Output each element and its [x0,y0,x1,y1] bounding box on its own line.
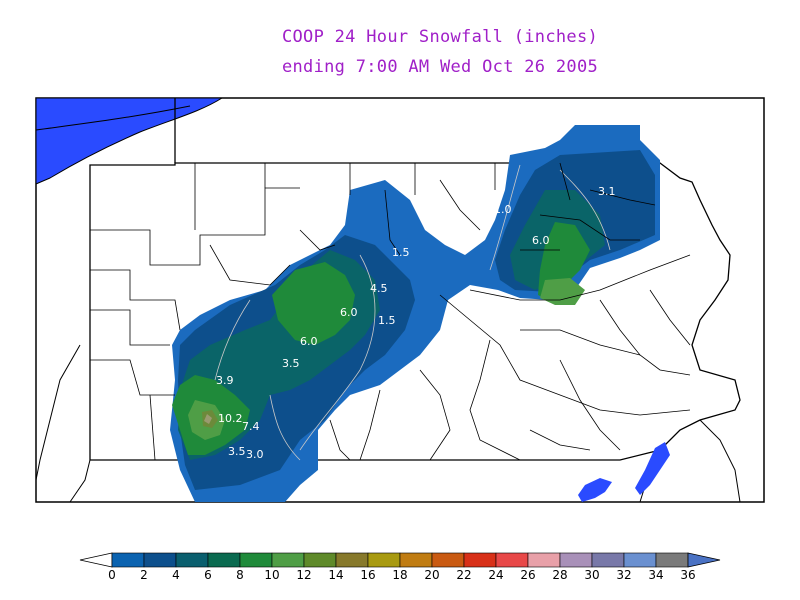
colorbar-tick-label: 14 [328,568,344,582]
contour-label: 4.5 [370,282,388,295]
colorbar-tick-label: 18 [392,568,408,582]
colorbar-tick-label: 26 [520,568,536,582]
contour-label: 7.4 [242,420,260,433]
colorbar-tick-label: 0 [108,568,116,582]
colorbar-cell [623,552,657,568]
colorbar-tick-label: 10 [264,568,280,582]
colorbar-cell [207,552,241,568]
colorbar-tick-label: 24 [488,568,504,582]
colorbar-tick-label: 28 [552,568,568,582]
colorbar-tick-label: 34 [648,568,664,582]
colorbar-cell [303,552,337,568]
contour-label: 3.9 [216,374,234,387]
colorbar-cell [335,552,369,568]
contour-label: 6.0 [532,234,550,247]
colorbar-tick-label: 2 [140,568,148,582]
colorbar-cell [271,552,305,568]
contour-label: 1.5 [378,314,396,327]
colorbar-tick-label: 4 [172,568,180,582]
colorbar-tick-label: 22 [456,568,472,582]
contour-label: 3.5 [282,357,300,370]
colorbar [79,552,721,568]
colorbar-cell [399,552,433,568]
colorbar-cell [495,552,529,568]
colorbar-cell [559,552,593,568]
contour-label: 6.0 [340,306,358,319]
colorbar-tick-label: 8 [236,568,244,582]
contour-label: 1.0 [494,203,512,216]
colorbar-high-arrow [687,552,721,568]
colorbar-cell [239,552,273,568]
colorbar-cell [463,552,497,568]
snowfall-map: 3.1 1.0 6.0 1.5 4.5 6.0 1.5 6.0 3.5 3.9 … [35,97,765,568]
colorbar-cell [431,552,465,568]
colorbar-tick-label: 36 [680,568,696,582]
colorbar-tick-label: 20 [424,568,440,582]
contour-label: 10.2 [218,412,243,425]
colorbar-tick-label: 32 [616,568,632,582]
colorbar-low-arrow [79,552,113,568]
contour-label: 3.0 [246,448,264,461]
colorbar-cell [143,552,177,568]
colorbar-tick-label: 30 [584,568,600,582]
colorbar-cell [367,552,401,568]
colorbar-cell [655,552,689,568]
colorbar-cell [591,552,625,568]
colorbar-cell [527,552,561,568]
contour-label: 3.5 [228,445,246,458]
colorbar-cell [175,552,209,568]
colorbar-cell [111,552,145,568]
colorbar-tick-label: 6 [204,568,212,582]
contour-label: 6.0 [300,335,318,348]
colorbar-tick-label: 12 [296,568,312,582]
contour-label: 3.1 [598,185,616,198]
colorbar-tick-label: 16 [360,568,376,582]
contour-label: 1.5 [392,246,410,259]
